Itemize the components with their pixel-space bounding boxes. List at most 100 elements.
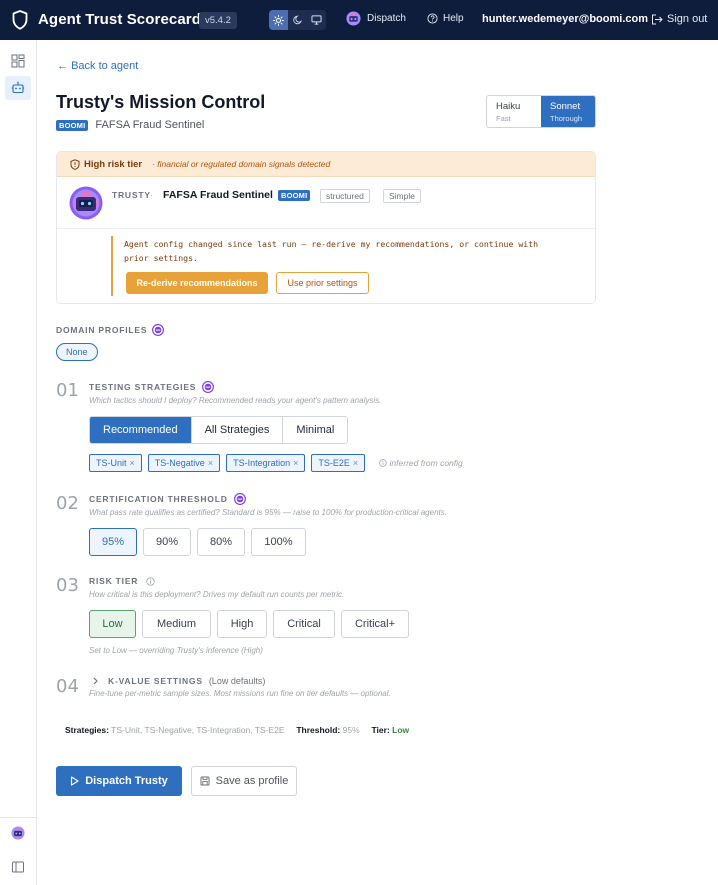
- help-label: Help: [443, 13, 464, 24]
- shield-warning-icon: [70, 158, 80, 170]
- help-link[interactable]: Help: [427, 13, 464, 24]
- kvalue-defaults: (Low defaults): [208, 676, 266, 686]
- agent-card: High risk tier · financial or regulated …: [56, 151, 596, 304]
- model-option-haiku[interactable]: Haiku Fast: [487, 96, 541, 127]
- back-to-agent-link[interactable]: ← Back to agent: [57, 60, 138, 72]
- dispatch-label: Dispatch: [367, 13, 406, 24]
- mode-recommended[interactable]: Recommended: [90, 417, 191, 443]
- inferred-label: inferred from config: [389, 458, 463, 468]
- play-icon: [71, 776, 79, 786]
- top-bar: Agent Trust Scorecard v5.4.2 Dispatch He…: [0, 0, 718, 40]
- use-prior-settings-button[interactable]: Use prior settings: [276, 272, 369, 294]
- inferred-note: inferred from config: [379, 458, 463, 468]
- model-speed: Fast: [496, 114, 511, 123]
- risk-label: RISK TIER: [89, 576, 139, 586]
- threshold-options: 95% 90% 80% 100%: [89, 528, 306, 556]
- robot-nav-item[interactable]: [5, 76, 31, 100]
- risk-option-high[interactable]: High: [217, 610, 267, 638]
- summary-strategies-value: TS-Unit, TS-Negative, TS-Integration, TS…: [111, 725, 285, 735]
- remove-chip-icon[interactable]: ×: [353, 458, 358, 468]
- threshold-help: What pass rate qualifies as certified? S…: [89, 508, 447, 517]
- separator-dot: ·: [150, 190, 153, 200]
- trusty-avatar-icon[interactable]: [11, 826, 25, 840]
- threshold-option-90[interactable]: 90%: [143, 528, 191, 556]
- left-rail: [0, 40, 37, 885]
- threshold-option-95[interactable]: 95%: [89, 528, 137, 556]
- kvalue-label: K-VALUE SETTINGS: [108, 676, 203, 686]
- strategy-chip[interactable]: TS-Integration ×: [226, 454, 306, 472]
- testing-help: Which tactics should I deploy? Recommend…: [89, 396, 382, 405]
- save-as-profile-button[interactable]: Save as profile: [191, 766, 297, 796]
- rail-divider: [0, 817, 37, 818]
- agent-card-name: FAFSA Fraud Sentinel: [163, 189, 273, 201]
- strategy-chip[interactable]: TS-Negative ×: [147, 454, 221, 472]
- threshold-option-100[interactable]: 100%: [251, 528, 306, 556]
- risk-option-medium[interactable]: Medium: [142, 610, 211, 638]
- risk-option-critical-plus[interactable]: Critical+: [341, 610, 409, 638]
- risk-override-note: Set to Low — overriding Trusty's inferen…: [89, 646, 263, 655]
- info-icon: [379, 459, 387, 467]
- trusty-hint-icon[interactable]: [233, 493, 246, 505]
- summary-threshold-label: Threshold:: [296, 725, 341, 735]
- chip-label: TS-Negative: [154, 458, 205, 468]
- risk-tier-options: Low Medium High Critical Critical+: [89, 610, 409, 638]
- step-number: 03: [56, 575, 79, 596]
- chip-label: TS-E2E: [318, 458, 350, 468]
- dispatch-trusty-button[interactable]: Dispatch Trusty: [56, 766, 182, 796]
- chip-label: TS-Unit: [96, 458, 127, 468]
- domain-profile-none[interactable]: None: [56, 343, 98, 361]
- trusty-hint-icon[interactable]: [202, 381, 215, 393]
- risk-option-critical[interactable]: Critical: [273, 610, 335, 638]
- monitor-icon: [311, 15, 322, 25]
- dispatch-nav-link[interactable]: Dispatch: [346, 11, 406, 26]
- risk-banner: High risk tier · financial or regulated …: [57, 152, 595, 177]
- page-title: Trusty's Mission Control: [56, 92, 266, 112]
- mode-all-strategies[interactable]: All Strategies: [190, 417, 283, 443]
- version-badge: v5.4.2: [199, 12, 237, 29]
- model-option-sonnet[interactable]: Sonnet Thorough: [541, 96, 595, 127]
- sign-out-label: Sign out: [667, 13, 708, 25]
- summary-tier-label: Tier:: [371, 725, 390, 735]
- user-email: hunter.wedemeyer@boomi.com: [482, 13, 648, 25]
- dark-theme-button[interactable]: [288, 10, 307, 30]
- threshold-option-80[interactable]: 80%: [197, 528, 245, 556]
- strategy-chips: TS-Unit × TS-Negative × TS-Integration × TS…: [89, 454, 463, 472]
- system-theme-button[interactable]: [307, 10, 326, 30]
- rederive-button[interactable]: Re-derive recommendations: [126, 272, 268, 294]
- light-theme-button[interactable]: [269, 10, 288, 30]
- strategy-chip[interactable]: TS-E2E ×: [311, 454, 366, 472]
- mode-minimal[interactable]: Minimal: [282, 417, 347, 443]
- kvalue-toggle[interactable]: K-VALUE SETTINGS (Low defaults): [92, 676, 265, 686]
- threshold-label: CERTIFICATION THRESHOLD: [89, 494, 228, 504]
- collapse-sidebar-icon[interactable]: [11, 860, 25, 874]
- robot-icon: [11, 81, 25, 94]
- agent-name: FAFSA Fraud Sentinel: [95, 119, 205, 131]
- sun-icon: [273, 14, 284, 26]
- dispatch-trusty-label: Dispatch Trusty: [85, 775, 168, 787]
- risk-option-low[interactable]: Low: [89, 610, 136, 638]
- theme-switcher: [269, 10, 326, 30]
- agent-kind-label: TRUSTY: [112, 190, 151, 200]
- step-number: 02: [56, 493, 79, 514]
- threshold-heading: CERTIFICATION THRESHOLD: [89, 493, 246, 505]
- sign-out-button[interactable]: Sign out: [651, 13, 707, 25]
- model-name: Sonnet: [550, 101, 581, 112]
- trusty-hint-icon[interactable]: [152, 324, 165, 336]
- config-summary: Strategies: TS-Unit, TS-Negative, TS-Int…: [65, 725, 409, 735]
- info-icon[interactable]: [146, 576, 155, 586]
- strategy-chip[interactable]: TS-Unit ×: [89, 454, 142, 472]
- model-name: Haiku: [496, 101, 521, 112]
- platform-badge: BOOMI: [278, 190, 311, 201]
- save-icon: [200, 776, 210, 786]
- model-toggle: Haiku Fast Sonnet Thorough: [486, 95, 596, 128]
- trusty-avatar-icon: [346, 11, 361, 26]
- domain-profiles-label: DOMAIN PROFILES: [56, 325, 148, 335]
- remove-chip-icon[interactable]: ×: [293, 458, 298, 468]
- remove-chip-icon[interactable]: ×: [208, 458, 213, 468]
- agent-tag-structured: structured: [320, 189, 370, 203]
- step-number: 04: [56, 676, 79, 697]
- remove-chip-icon[interactable]: ×: [130, 458, 135, 468]
- page-subtitle: BOOMI FAFSA Fraud Sentinel: [56, 119, 204, 131]
- dashboard-icon[interactable]: [11, 54, 25, 68]
- strategy-mode-selector: Recommended All Strategies Minimal: [89, 416, 349, 444]
